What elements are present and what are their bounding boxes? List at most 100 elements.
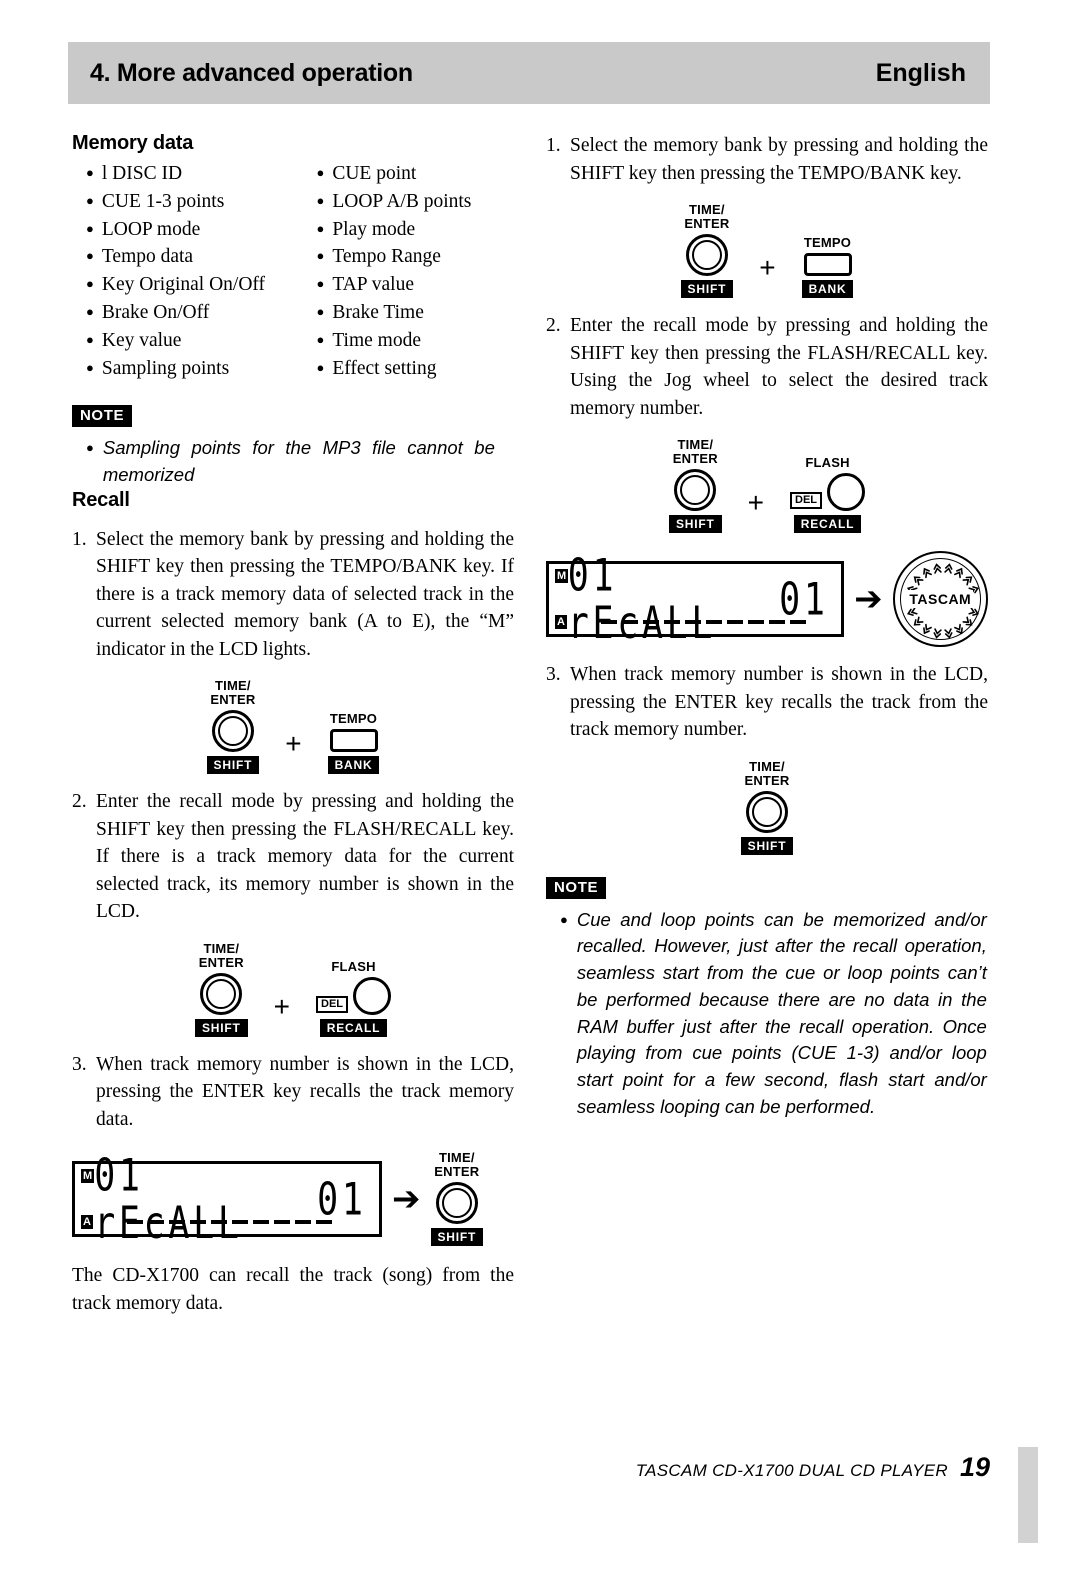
note-text: Cue and loop points can be memorized and… [576,908,987,1118]
list-item: ● Key Original On/Off [86,272,316,300]
list-item: ● LOOP mode [86,217,316,245]
bullet-icon: ● [86,331,94,347]
time-enter-label: TIME/ENTER [210,678,256,708]
list-item-label: CUE point [332,163,417,184]
plus-icon: + [273,990,291,1022]
bank-tag: BANK [801,280,854,298]
tempo-button-unit[interactable]: TEMPO BANK [801,235,854,298]
flash-button-icon[interactable] [827,473,866,511]
note-block-right: NOTE ● Cue and loop points can be memori… [546,876,988,1121]
list-item-label: Key Original On/Off [101,274,266,296]
list-item-label: Play mode [332,218,416,240]
time-enter-label: TIME/ENTER [672,437,718,466]
knob-inner-ring [680,475,711,505]
tempo-button-icon[interactable] [329,729,378,753]
step-number: 2. [72,791,87,813]
recall-heading: Recall [72,488,130,511]
knob-inner-ring [441,1188,472,1219]
bullet-icon: ● [86,276,94,292]
jog-knob-icon[interactable] [211,710,254,753]
list-item: ● Tempo Range [316,244,514,272]
tempo-button-icon[interactable] [803,253,852,276]
bullet-icon: ● [316,359,325,375]
list-item: ● Time mode [316,328,514,356]
jog-knob-icon[interactable] [435,1182,478,1225]
note-text: Sampling points for the MP3 file cannot … [102,437,495,486]
del-tag: DEL [316,995,349,1013]
list-item: ● TAP value [316,272,514,300]
list-item-label: LOOP mode [101,218,201,240]
jog-wheel-icon[interactable]: TASCAM [892,551,988,647]
memory-data-column-2: ● CUE point ● LOOP A/B points ● Play mode ●… [316,161,514,383]
bullet-icon: ● [86,248,94,264]
button-diagram-shift-flash-right: TIME/ENTER SHIFT + FLASH DEL RECALL [546,438,988,533]
flash-button-unit[interactable]: FLASH DEL RECALL [790,455,866,533]
enter-button-diagram-right: TIME/ENTER SHIFT [546,759,988,855]
time-enter-label: TIME/ENTER [434,1150,480,1180]
bullet-icon: ● [316,276,325,292]
step-text: Enter the recall mode by pressing and ho… [570,315,988,419]
list-item-label: l DISC ID [101,163,183,184]
time-enter-label: TIME/ENTER [684,202,730,231]
step-number: 3. [546,664,561,685]
bullet-icon: ● [316,192,325,208]
list-item: ● Tempo data [86,244,316,272]
list-item-label: Key value [101,329,182,351]
enter-knob-unit[interactable]: TIME/ENTER SHIFT [740,759,794,855]
bank-tag: BANK [327,756,380,775]
note-badge: NOTE [546,876,607,899]
lcd-indicator-a: A [555,615,567,629]
time-enter-knob-unit[interactable]: TIME/ENTER SHIFT [194,940,248,1037]
right-step-2: 2. Enter the recall mode by pressing and… [546,312,988,422]
jog-knob-icon[interactable] [200,972,243,1015]
flash-label: FLASH [805,455,850,470]
time-enter-knob-unit[interactable]: TIME/ENTER SHIFT [668,437,722,533]
shift-tag: SHIFT [194,1018,248,1037]
list-item-label: TAP value [332,274,414,296]
list-item: ● Play mode [316,217,514,245]
button-diagram-shift-flash-left: TIME/ENTER SHIFT + FLASH DEL RECALL [72,940,514,1037]
list-item: ● CUE point [316,161,514,189]
bullet-icon: ● [560,911,568,927]
list-item-label: Brake On/Off [101,301,210,323]
step-text: Enter the recall mode by pressing and ho… [96,791,514,923]
step-text: Select the memory bank by pressing and h… [570,135,988,184]
bullet-icon: ● [86,303,94,319]
lcd-text-left: 01 rEcALL [94,1149,243,1249]
lcd-text-right: 01 [317,1173,367,1225]
flash-button-unit[interactable]: FLASH DEL RECALL [316,958,392,1037]
memory-data-column-1: ● l DISC ID ● CUE 1-3 points ● LOOP mode ● T… [86,161,316,383]
tempo-label: TEMPO [803,235,852,250]
time-enter-knob-unit[interactable]: TIME/ENTER SHIFT [206,678,260,775]
jog-knob-icon[interactable] [685,234,728,276]
note-badge: NOTE [72,405,133,428]
lcd-text-left: 01 rEcALL [567,549,717,649]
plus-icon: + [747,487,765,518]
lcd-dash-bar [601,620,806,624]
flash-button-icon[interactable] [353,976,392,1015]
right-column: 1. Select the memory bank by pressing an… [546,132,988,1121]
lcd-display: M A 01 rEcALL 01 [546,552,845,646]
jog-knob-icon[interactable] [745,790,788,833]
del-tag: DEL [790,492,823,509]
list-item: ● LOOP A/B points [316,189,514,217]
bullet-icon: ● [316,165,325,180]
time-enter-knob-unit[interactable]: TIME/ENTER SHIFT [680,202,734,298]
tempo-button-unit[interactable]: TEMPO BANK [327,712,380,775]
footer-product-label: TASCAM CD-X1700 DUAL CD PLAYER [635,1461,948,1480]
lcd-diagram-left: M A 01 rEcALL 01 ➔ TIME/ENTER SHIFT [72,1149,514,1249]
time-enter-label: TIME/ENTER [198,940,244,970]
plus-icon: + [285,728,302,760]
enter-knob-unit[interactable]: TIME/ENTER SHIFT [430,1150,484,1247]
jog-wheel-label: TASCAM [907,590,974,608]
recall-step-1: 1. Select the memory bank by pressing an… [72,526,514,664]
step-number: 3. [72,1053,87,1075]
shift-tag: SHIFT [430,1228,484,1247]
list-item-label: Brake Time [332,301,424,323]
jog-knob-icon[interactable] [674,469,717,511]
flash-label: FLASH [331,958,376,974]
step-text: When track memory number is shown in the… [96,1053,514,1130]
knob-inner-ring [217,716,248,747]
page-title: 4. More advanced operation [90,58,413,87]
list-item-label: CUE 1-3 points [101,190,225,212]
